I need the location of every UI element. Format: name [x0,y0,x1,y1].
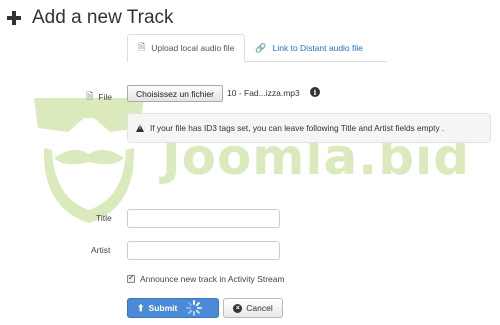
announce-label: Announce new track in Activity Stream [140,274,285,284]
loading-spinner-icon [186,300,203,316]
cancel-icon: × [233,303,243,313]
file-icon: 🗎 [138,42,146,52]
tab-label: Upload local audio file [151,43,235,53]
submit-button[interactable]: ⬆ Submit [127,298,219,318]
artist-label: Artist [91,245,111,255]
page-title: Add a new Track [32,7,174,28]
alert-text: If your file has ID3 tags set, you can l… [150,123,445,133]
selected-file-name: 10 - Fad...izza.mp3 [227,88,300,98]
submit-label: Submit [148,303,178,313]
announce-checkbox[interactable] [127,273,135,283]
cancel-label: Cancel [246,303,273,313]
tab-link-distant[interactable]: 🔗 Link to Distant audio file [245,34,372,62]
page-header: Add a new Track [6,4,174,32]
tab-upload-local[interactable]: 🗎 Upload local audio file [127,34,246,62]
link-icon: 🔗 [255,42,267,53]
announce-row: Announce new track in Activity Stream [127,273,285,284]
artist-input[interactable] [127,241,280,260]
tab-label: Link to Distant audio file [272,43,363,53]
file-label-text: File [98,92,112,102]
title-label: Title [96,213,112,223]
choose-file-button[interactable]: Choisissez un fichier [127,85,223,102]
file-icon: 🗎 [86,91,94,101]
watermark: Joomla.bid [0,88,500,228]
tab-bar: 🗎 Upload local audio file 🔗 Link to Dist… [127,34,373,62]
upload-icon: ⬆ [137,302,145,313]
title-input[interactable] [127,209,280,228]
plus-icon [6,10,22,26]
mustache-face-icon [34,98,144,223]
cancel-button[interactable]: × Cancel [223,298,283,318]
info-icon[interactable]: i [310,87,320,97]
id3-alert: If your file has ID3 tags set, you can l… [127,113,491,143]
file-label: 🗎 File [86,89,112,105]
warning-icon [136,124,144,132]
